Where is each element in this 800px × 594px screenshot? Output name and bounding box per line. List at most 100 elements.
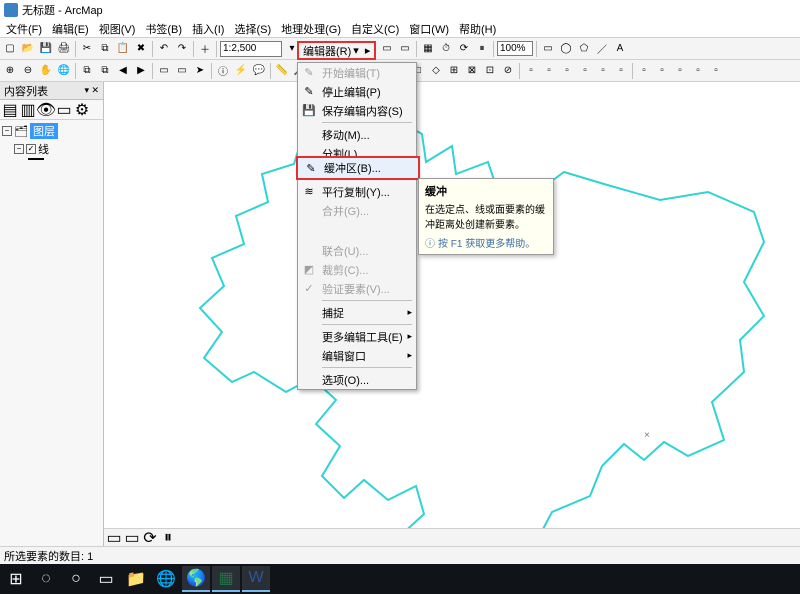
fixed-zoom-in-icon[interactable]: ⧉ <box>79 63 95 79</box>
editor-dropdown-button[interactable]: 编辑器(R) ▾ ▸ <box>297 41 376 60</box>
task-folder-icon[interactable]: 📁 <box>122 566 150 592</box>
task-view-icon[interactable]: ▭ <box>92 566 120 592</box>
task-cortana-icon[interactable]: ○ <box>62 566 90 592</box>
toc-options-icon[interactable]: ⚙ <box>74 102 90 118</box>
snap-midpoint-icon[interactable]: ⊡ <box>482 63 498 79</box>
draw-rect-icon[interactable]: ▭ <box>540 41 556 57</box>
menu-snapping[interactable]: 捕捉▸ <box>298 303 416 322</box>
menu-more-tools[interactable]: 更多编辑工具(E)▸ <box>298 327 416 346</box>
copy-icon[interactable]: ⧉ <box>97 41 113 57</box>
refresh-view-icon[interactable]: ⟳ <box>142 530 158 546</box>
georef-c-icon[interactable]: ▫ <box>672 63 688 79</box>
task-browser-icon[interactable]: 🌐 <box>152 566 180 592</box>
menu-window[interactable]: 窗口(W) <box>405 20 453 38</box>
draw-line-icon[interactable]: ／ <box>594 41 610 57</box>
add-data-icon[interactable]: ＋ <box>197 41 213 57</box>
snap-edge-icon[interactable]: ⊞ <box>446 63 462 79</box>
measure-icon[interactable]: 📏 <box>274 63 290 79</box>
menu-stop-editing[interactable]: ✎停止编辑(P) <box>298 82 416 101</box>
topology-a-icon[interactable]: ▫ <box>523 63 539 79</box>
delete-icon[interactable]: ✖ <box>133 41 149 57</box>
refresh-icon[interactable]: ⟳ <box>456 41 472 57</box>
menu-view[interactable]: 视图(V) <box>95 20 140 38</box>
menu-edit[interactable]: 编辑(E) <box>48 20 93 38</box>
python-icon[interactable]: ▭ <box>379 41 395 57</box>
collapse-icon[interactable]: − <box>14 144 24 154</box>
snap-vertex-icon[interactable]: ◇ <box>428 63 444 79</box>
menu-insert[interactable]: 插入(I) <box>188 20 228 38</box>
hyperlink-icon[interactable]: ⚡ <box>233 63 249 79</box>
back-extent-icon[interactable]: ◀ <box>115 63 131 79</box>
draw-poly-icon[interactable]: ⬠ <box>576 41 592 57</box>
georef-e-icon[interactable]: ▫ <box>708 63 724 79</box>
menu-move[interactable]: 移动(M)... <box>298 125 416 144</box>
pause-draw-icon[interactable]: ⏸ <box>160 530 176 546</box>
menu-validate[interactable]: ✓验证要素(V)... <box>298 279 416 298</box>
edit-tool-arrow-icon[interactable]: ▸ <box>365 44 371 57</box>
zoom-out-icon[interactable]: ⊖ <box>20 63 36 79</box>
topology-c-icon[interactable]: ▫ <box>559 63 575 79</box>
new-icon[interactable]: ▢ <box>2 41 18 57</box>
start-icon[interactable]: ⊞ <box>2 566 30 592</box>
menu-customize[interactable]: 自定义(C) <box>347 20 403 38</box>
task-search-icon[interactable]: ◌ <box>32 566 60 592</box>
full-extent-icon[interactable]: 🌐 <box>56 63 72 79</box>
time-icon[interactable]: ⏱ <box>438 41 454 57</box>
toc-list-by-source-icon[interactable]: ▥ <box>20 102 36 118</box>
menu-geoprocessing[interactable]: 地理处理(G) <box>277 20 345 38</box>
select-elements-icon[interactable]: ➤ <box>192 63 208 79</box>
toc-list-by-drawing-icon[interactable]: ▤ <box>2 102 18 118</box>
menu-bookmarks[interactable]: 书签(B) <box>141 20 186 38</box>
draw-circle-icon[interactable]: ◯ <box>558 41 574 57</box>
toc-list-by-visibility-icon[interactable]: 👁 <box>38 102 54 118</box>
topology-e-icon[interactable]: ▫ <box>595 63 611 79</box>
pause-icon[interactable]: ⏸ <box>474 41 490 57</box>
menu-help[interactable]: 帮助(H) <box>455 20 500 38</box>
menu-edit-windows[interactable]: 编辑窗口▸ <box>298 346 416 365</box>
zoom-in-icon[interactable]: ⊕ <box>2 63 18 79</box>
data-view-icon[interactable]: ▭ <box>106 530 122 546</box>
modelbuilder-icon[interactable]: ▭ <box>397 41 413 57</box>
menu-options[interactable]: 选项(O)... <box>298 370 416 389</box>
georef-b-icon[interactable]: ▫ <box>654 63 670 79</box>
snap-tangent-icon[interactable]: ⊘ <box>500 63 516 79</box>
undo-icon[interactable]: ↶ <box>156 41 172 57</box>
pan-icon[interactable]: ✋ <box>38 63 54 79</box>
snap-intersection-icon[interactable]: ⊠ <box>464 63 480 79</box>
task-excel-icon[interactable]: ▦ <box>212 566 240 592</box>
map-view[interactable]: × ▭ ▭ ⟳ ⏸ <box>104 82 800 546</box>
menu-copy-parallel[interactable]: ≋平行复制(Y)... <box>298 182 416 201</box>
draw-text-icon[interactable]: A <box>612 41 628 57</box>
menu-file[interactable]: 文件(F) <box>2 20 46 38</box>
georef-a-icon[interactable]: ▫ <box>636 63 652 79</box>
topology-d-icon[interactable]: ▫ <box>577 63 593 79</box>
toc-list-by-selection-icon[interactable]: ▭ <box>56 102 72 118</box>
menu-union[interactable]: 联合(U)... <box>298 241 416 260</box>
georef-d-icon[interactable]: ▫ <box>690 63 706 79</box>
redo-icon[interactable]: ↷ <box>174 41 190 57</box>
toc-dataframe[interactable]: − 🗂 图层 <box>2 122 101 140</box>
html-popup-icon[interactable]: 💬 <box>251 63 267 79</box>
clear-selection-icon[interactable]: ▭ <box>174 63 190 79</box>
toc-layer[interactable]: − ✓ 线 <box>2 140 101 158</box>
print-icon[interactable]: 🖨 <box>56 41 72 57</box>
paste-icon[interactable]: 📋 <box>115 41 131 57</box>
fixed-zoom-out-icon[interactable]: ⧉ <box>97 63 113 79</box>
open-icon[interactable]: 📂 <box>20 41 36 57</box>
zoom-percent[interactable] <box>497 41 533 56</box>
topology-f-icon[interactable]: ▫ <box>613 63 629 79</box>
menu-start-editing[interactable]: ✎开始编辑(T) <box>298 63 416 82</box>
scale-input[interactable] <box>220 41 282 57</box>
select-features-icon[interactable]: ▭ <box>156 63 172 79</box>
toc-close-icon[interactable]: ▾ ✕ <box>84 85 99 96</box>
menu-selection[interactable]: 选择(S) <box>230 20 275 38</box>
identify-icon[interactable]: ⓘ <box>215 63 231 79</box>
table-icon[interactable]: ▦ <box>420 41 436 57</box>
toc-symbol-swatch[interactable] <box>28 158 44 160</box>
task-word-icon[interactable]: W <box>242 566 270 592</box>
cut-icon[interactable]: ✂ <box>79 41 95 57</box>
topology-b-icon[interactable]: ▫ <box>541 63 557 79</box>
menu-save-edits[interactable]: 💾保存编辑内容(S) <box>298 101 416 120</box>
layout-view-icon[interactable]: ▭ <box>124 530 140 546</box>
menu-merge[interactable]: 合并(G)... <box>298 201 416 220</box>
